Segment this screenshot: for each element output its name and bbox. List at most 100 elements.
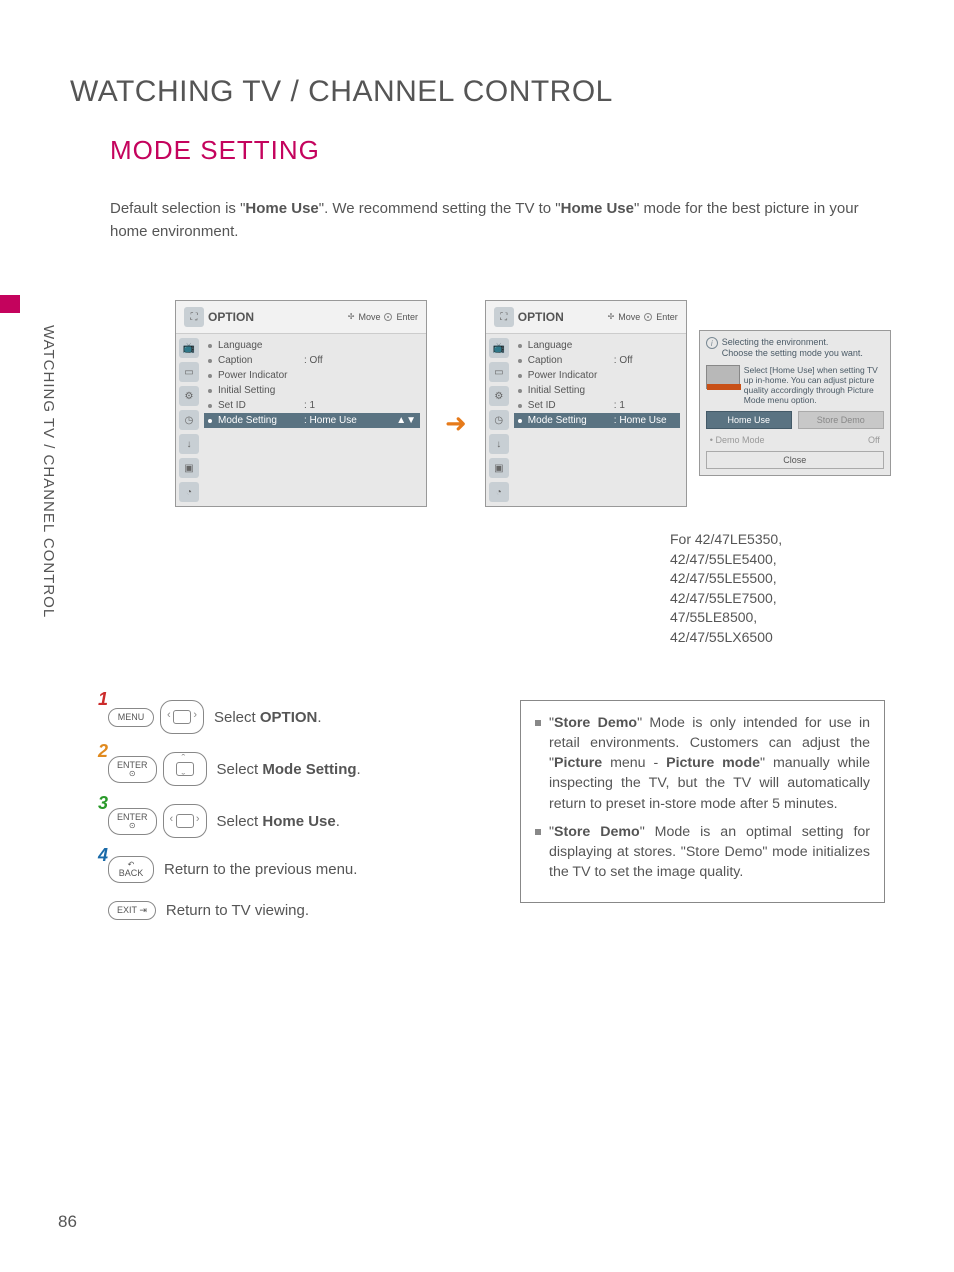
osd-item-value: : Off bbox=[614, 355, 674, 366]
osd-header: ⛶ OPTION ✢ Move Enter bbox=[176, 301, 426, 334]
step-text-part: Select bbox=[217, 761, 263, 778]
osd-item-set-id: Set ID: 1 bbox=[204, 398, 420, 413]
enter-icon bbox=[384, 313, 392, 321]
osd-item-label: Initial Setting bbox=[218, 385, 304, 396]
tv-thumbnail-icon bbox=[706, 365, 740, 389]
popup-explanation: Select [Home Use] when setting TV up in-… bbox=[706, 365, 884, 406]
menu-icon: 📺 bbox=[489, 338, 509, 358]
menu-icon: ⚙ bbox=[489, 386, 509, 406]
step-text-part: Select bbox=[214, 709, 260, 726]
step-4-text: Return to the previous menu. bbox=[164, 861, 357, 878]
enter-dot-icon: ⊙ bbox=[117, 770, 148, 778]
osd-item-label: Power Indicator bbox=[218, 370, 304, 381]
model-compatibility-note: For 42/47LE5350, 42/47/55LE5400, 42/47/5… bbox=[670, 530, 782, 648]
section-title: MODE SETTING bbox=[110, 135, 320, 166]
osd-item-mode-setting: Mode Setting: Home Use bbox=[514, 413, 680, 428]
intro-text-part: ". We recommend setting the TV to " bbox=[319, 200, 561, 217]
osd-item-label: Caption bbox=[218, 355, 304, 366]
menu-icon: ▣ bbox=[489, 458, 509, 478]
remote-instruction-steps: 1 MENU Select OPTION. 2 ENTER⊙ Select Mo… bbox=[108, 700, 448, 938]
osd-item-label: Caption bbox=[528, 355, 614, 366]
osd-item-language: Language bbox=[204, 338, 420, 353]
step-exit-text: Return to TV viewing. bbox=[166, 902, 309, 919]
step-1-text: Select OPTION. bbox=[214, 709, 322, 726]
step-text-bold: OPTION bbox=[260, 709, 318, 726]
page-number: 86 bbox=[58, 1212, 77, 1232]
step-text-bold: Mode Setting bbox=[262, 761, 356, 778]
menu-icon: ◔ bbox=[179, 482, 199, 502]
note-text-bold: Store Demo bbox=[554, 824, 640, 840]
info-icon: i bbox=[706, 337, 718, 349]
osd-item-power-indicator: Power Indicator bbox=[204, 368, 420, 383]
osd-item-power-indicator: Power Indicator bbox=[514, 368, 680, 383]
osd-menu-list: Language Caption: Off Power Indicator In… bbox=[202, 334, 426, 506]
step-text-part: Select bbox=[217, 813, 263, 830]
step-number-1: 1 bbox=[98, 689, 108, 710]
osd-item-set-id: Set ID: 1 bbox=[514, 398, 680, 413]
option-icon: ⛶ bbox=[494, 307, 514, 327]
osd-item-label: Language bbox=[528, 340, 614, 351]
popup-header-line2: Choose the setting mode you want. bbox=[722, 348, 863, 359]
step-number-3: 3 bbox=[98, 793, 108, 814]
menu-icon: ◷ bbox=[489, 410, 509, 430]
osd-item-label: Language bbox=[218, 340, 304, 351]
note-item-2: "Store Demo" Mode is an optimal setting … bbox=[535, 822, 870, 882]
option-icon: ⛶ bbox=[184, 307, 204, 327]
step-number-2: 2 bbox=[98, 741, 108, 762]
osd-item-label: Mode Setting bbox=[218, 415, 304, 426]
osd-panel-before: ⛶ OPTION ✢ Move Enter 📺 ▭ ⚙ ◷ ↓ ▣ ◔ Lang… bbox=[175, 300, 427, 507]
popup-header-line1: Selecting the environment. bbox=[722, 337, 863, 348]
home-use-button[interactable]: Home Use bbox=[706, 411, 792, 429]
osd-title: OPTION bbox=[208, 310, 348, 324]
note-text-bold: Picture mode bbox=[666, 755, 760, 771]
step-text-part: . bbox=[336, 813, 340, 830]
menu-icon: ▭ bbox=[489, 362, 509, 382]
demo-mode-value: Off bbox=[868, 435, 880, 445]
popup-explain-text: Select [Home Use] when setting TV up in-… bbox=[744, 365, 884, 406]
step-number-4: 4 bbox=[98, 845, 108, 866]
osd-item-value: : 1 bbox=[304, 400, 364, 411]
move-label: Move bbox=[358, 312, 380, 322]
intro-bold-home-use-2: Home Use bbox=[561, 200, 634, 217]
osd-item-caption: Caption: Off bbox=[514, 353, 680, 368]
osd-item-label: Set ID bbox=[528, 400, 614, 411]
menu-icon: 📺 bbox=[179, 338, 199, 358]
dpad-left-right-pill bbox=[160, 700, 204, 734]
pill-label: EXIT bbox=[117, 905, 137, 915]
osd-header: ⛶ OPTION ✢ Move Enter bbox=[486, 301, 686, 334]
osd-hints: ✢ Move Enter bbox=[348, 312, 418, 322]
enter-label: Enter bbox=[656, 312, 678, 322]
dpad-left-right-pill bbox=[163, 804, 207, 838]
step-1: 1 MENU Select OPTION. bbox=[108, 700, 448, 734]
osd-sidebar-icons: 📺 ▭ ⚙ ◷ ↓ ▣ ◔ bbox=[176, 334, 202, 506]
osd-menu-list: Language Caption: Off Power Indicator In… bbox=[512, 334, 686, 506]
demo-mode-label: • Demo Mode bbox=[710, 435, 862, 445]
updown-arrow-icon: ▲▼ bbox=[396, 415, 416, 426]
dpad-up-down-pill bbox=[163, 752, 207, 786]
step-text-part: . bbox=[357, 761, 361, 778]
mode-setting-popup: i Selecting the environment. Choose the … bbox=[699, 330, 891, 476]
store-demo-button[interactable]: Store Demo bbox=[798, 411, 884, 429]
menu-icon: ▭ bbox=[179, 362, 199, 382]
osd-item-label: Power Indicator bbox=[528, 370, 614, 381]
close-button[interactable]: Close bbox=[706, 451, 884, 469]
intro-bold-home-use-1: Home Use bbox=[245, 200, 318, 217]
menu-icon: ⚙ bbox=[179, 386, 199, 406]
osd-diagram-row: ⛶ OPTION ✢ Move Enter 📺 ▭ ⚙ ◷ ↓ ▣ ◔ Lang… bbox=[175, 300, 895, 507]
osd-item-label: Set ID bbox=[218, 400, 304, 411]
osd-item-mode-setting: Mode Setting: Home Use▲▼ bbox=[204, 413, 420, 428]
enter-button-pill: ENTER⊙ bbox=[108, 756, 157, 783]
intro-text-part: Default selection is " bbox=[110, 200, 245, 217]
transition-arrow-icon: ➜ bbox=[445, 408, 467, 439]
osd-item-label: Initial Setting bbox=[528, 385, 614, 396]
osd-panel-after: ⛶ OPTION ✢ Move Enter 📺 ▭ ⚙ ◷ ↓ ▣ ◔ Lang… bbox=[485, 300, 687, 507]
osd-title: OPTION bbox=[518, 310, 608, 324]
move-icon: ✢ bbox=[608, 315, 615, 319]
note-text-bold: Store Demo bbox=[554, 715, 637, 731]
step-2: 2 ENTER⊙ Select Mode Setting. bbox=[108, 752, 448, 786]
enter-icon bbox=[644, 313, 652, 321]
osd-body: 📺 ▭ ⚙ ◷ ↓ ▣ ◔ Language Caption: Off Powe… bbox=[486, 334, 686, 506]
osd-item-value: : Off bbox=[304, 355, 364, 366]
osd-item-language: Language bbox=[514, 338, 680, 353]
vertical-section-label: WATCHING TV / CHANNEL CONTROL bbox=[40, 325, 57, 618]
